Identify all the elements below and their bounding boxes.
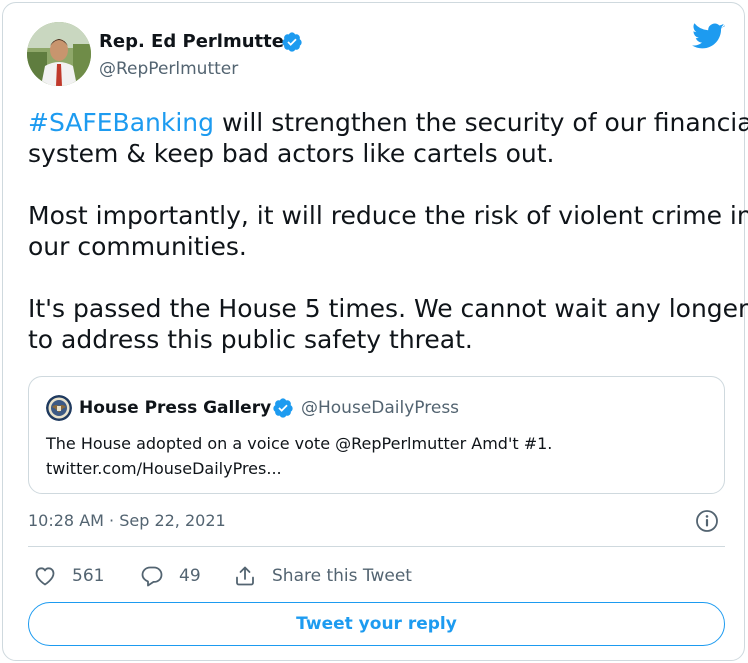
heart-icon: [35, 567, 55, 586]
like-count: 561: [72, 566, 105, 586]
quoted-avatar: [46, 395, 72, 421]
tweet-text: #SAFEBanking will strengthen the securit…: [28, 107, 748, 355]
tweet-line-3: Most importantly, it will reduce the ris…: [28, 201, 748, 230]
share-button[interactable]: Share this Tweet: [233, 563, 412, 589]
author-avatar[interactable]: [27, 22, 91, 86]
author-handle[interactable]: @RepPerlmutter: [99, 59, 238, 79]
share-icon: [236, 566, 254, 586]
quoted-text-line-2: twitter.com/HouseDailyPres...: [46, 459, 282, 478]
quoted-tweet-text: The House adopted on a voice vote @RepPe…: [46, 431, 552, 481]
tweet-card: Rep. Ed Perlmutter @RepPerlmutter #SAFEB…: [2, 2, 748, 661]
quoted-tweet[interactable]: House Press Gallery @HouseDailyPress The…: [28, 376, 725, 494]
share-label: Share this Tweet: [272, 566, 412, 586]
tweet-your-reply-button[interactable]: Tweet your reply: [28, 602, 725, 646]
like-button[interactable]: 561: [33, 563, 104, 589]
author-photo: [27, 22, 91, 86]
tweet-line-6: to address this public safety threat.: [28, 325, 473, 354]
divider: [28, 546, 725, 547]
reply-button[interactable]: 49: [140, 563, 201, 589]
tweet-text-segment: will strengthen the security of our fina…: [214, 108, 748, 137]
tweet-timestamp[interactable]: 10:28 AM · Sep 22, 2021: [28, 511, 226, 530]
info-icon[interactable]: [695, 509, 719, 533]
quoted-author-handle: @HouseDailyPress: [301, 398, 460, 418]
quoted-author-name: House Press Gallery: [79, 398, 272, 418]
author-name[interactable]: Rep. Ed Perlmutter: [99, 31, 293, 52]
tweet-line-2: system & keep bad actors like cartels ou…: [28, 139, 555, 168]
reply-bubble-icon: [141, 566, 163, 587]
reply-count: 49: [179, 566, 201, 586]
hashtag-link[interactable]: #SAFEBanking: [28, 108, 214, 137]
twitter-logo-icon[interactable]: [692, 23, 725, 51]
verified-badge-icon: [273, 398, 293, 418]
house-seal-icon: [46, 395, 72, 421]
tweet-line-5: It's passed the House 5 times. We cannot…: [28, 294, 748, 323]
verified-badge-icon: [282, 32, 302, 52]
quoted-text-line-1: The House adopted on a voice vote @RepPe…: [46, 434, 553, 453]
tweet-line-4: our communities.: [28, 232, 247, 261]
tweet-line-1: #SAFEBanking will strengthen the securit…: [28, 107, 748, 138]
